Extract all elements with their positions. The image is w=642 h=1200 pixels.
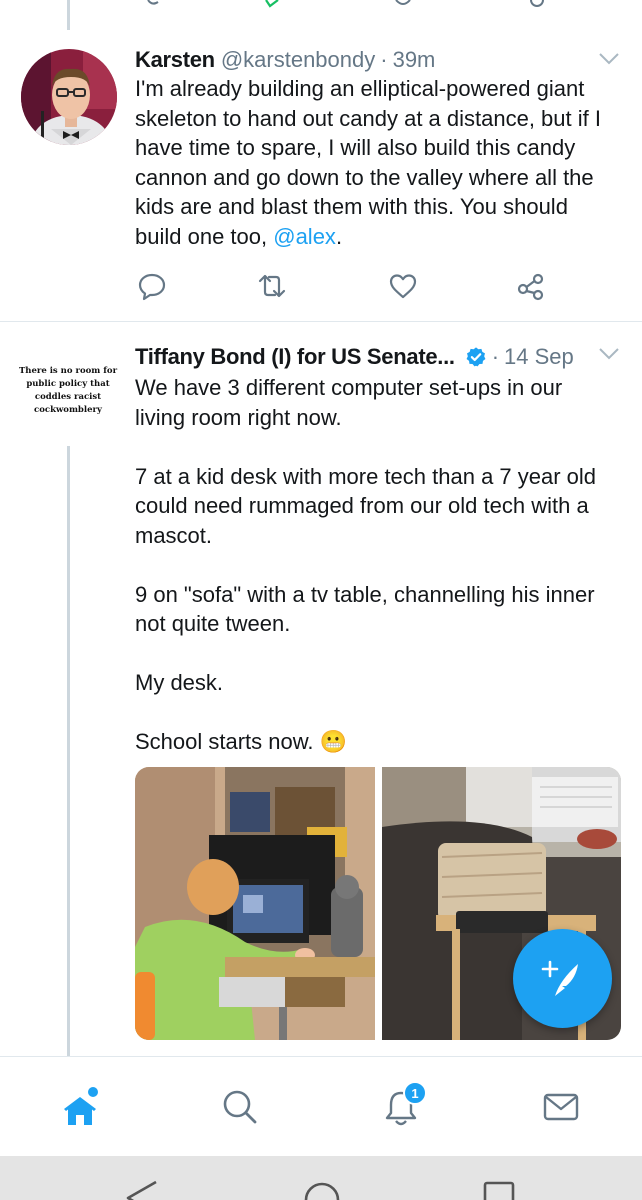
tweet-paragraph: We have 3 different computer set-ups in … bbox=[135, 375, 563, 430]
thread-line-bottom bbox=[67, 446, 70, 1056]
chevron-down-icon[interactable] bbox=[598, 347, 620, 361]
messages-icon bbox=[543, 1093, 579, 1121]
back-icon[interactable] bbox=[124, 1180, 160, 1200]
verified-badge-icon bbox=[466, 347, 486, 367]
home-icon bbox=[64, 1087, 98, 1125]
timestamp[interactable]: 14 Sep bbox=[504, 344, 574, 370]
display-name[interactable]: Karsten bbox=[135, 47, 215, 73]
chevron-down-icon[interactable] bbox=[598, 52, 620, 66]
tweet-text-body: I'm already building an elliptical-power… bbox=[135, 76, 601, 249]
share-button[interactable] bbox=[511, 266, 551, 306]
media-photo-kid-desk[interactable] bbox=[135, 767, 375, 1040]
reply-icon bbox=[138, 273, 166, 301]
mention-link[interactable]: @alex bbox=[273, 224, 336, 249]
separator-dot: · bbox=[380, 47, 388, 72]
tweet-paragraph: 7 at a kid desk with more tech than a 7 … bbox=[135, 463, 597, 548]
nav-home[interactable] bbox=[50, 1077, 110, 1137]
retweet-button[interactable] bbox=[252, 266, 292, 306]
tweet-text-end: . bbox=[335, 223, 343, 249]
tweet-header: Karsten @karstenbondy · 39m bbox=[135, 43, 435, 77]
notification-count-badge: 1 bbox=[403, 1081, 427, 1105]
compose-tweet-button[interactable] bbox=[513, 929, 612, 1028]
tweet-text: I'm already building an elliptical-power… bbox=[135, 74, 615, 251]
retweet-icon bbox=[258, 274, 286, 298]
like-icon bbox=[389, 274, 417, 299]
tweet-header: Tiffany Bond (I) for US Senate... · 14 S… bbox=[135, 340, 574, 374]
avatar-quote-text: There is no room for public policy that … bbox=[18, 366, 118, 415]
recents-icon[interactable] bbox=[482, 1180, 516, 1200]
tweet-text: We have 3 different computer set-ups in … bbox=[135, 373, 615, 757]
user-handle[interactable]: @karstenbondy bbox=[221, 47, 375, 73]
bottom-nav: 1 bbox=[0, 1056, 642, 1156]
reply-button[interactable] bbox=[132, 266, 172, 306]
home-circle-icon[interactable] bbox=[302, 1180, 342, 1200]
share-icon bbox=[517, 273, 544, 301]
search-icon bbox=[223, 1090, 257, 1124]
tweet-karsten[interactable]: Karsten @karstenbondy · 39m I'm already … bbox=[0, 0, 642, 320]
tweet-paragraph: 9 on "sofa" with a tv table, channelling… bbox=[135, 581, 595, 637]
nav-messages[interactable] bbox=[531, 1077, 591, 1137]
like-button[interactable] bbox=[383, 266, 423, 306]
nav-notifications[interactable]: 1 bbox=[371, 1077, 431, 1137]
compose-tweet-icon bbox=[541, 960, 578, 996]
nav-search[interactable] bbox=[210, 1077, 270, 1137]
tweet-paragraph: School starts now. 😬 bbox=[135, 729, 348, 754]
display-name[interactable]: Tiffany Bond (I) for US Senate... bbox=[135, 344, 455, 370]
separator-dot: · bbox=[491, 344, 500, 369]
timestamp[interactable]: 39m bbox=[393, 47, 436, 73]
tweet-paragraph: My desk. bbox=[135, 670, 224, 695]
avatar-karsten[interactable] bbox=[21, 49, 117, 145]
tweet-actions bbox=[135, 266, 555, 306]
system-nav-bar bbox=[0, 1156, 642, 1200]
